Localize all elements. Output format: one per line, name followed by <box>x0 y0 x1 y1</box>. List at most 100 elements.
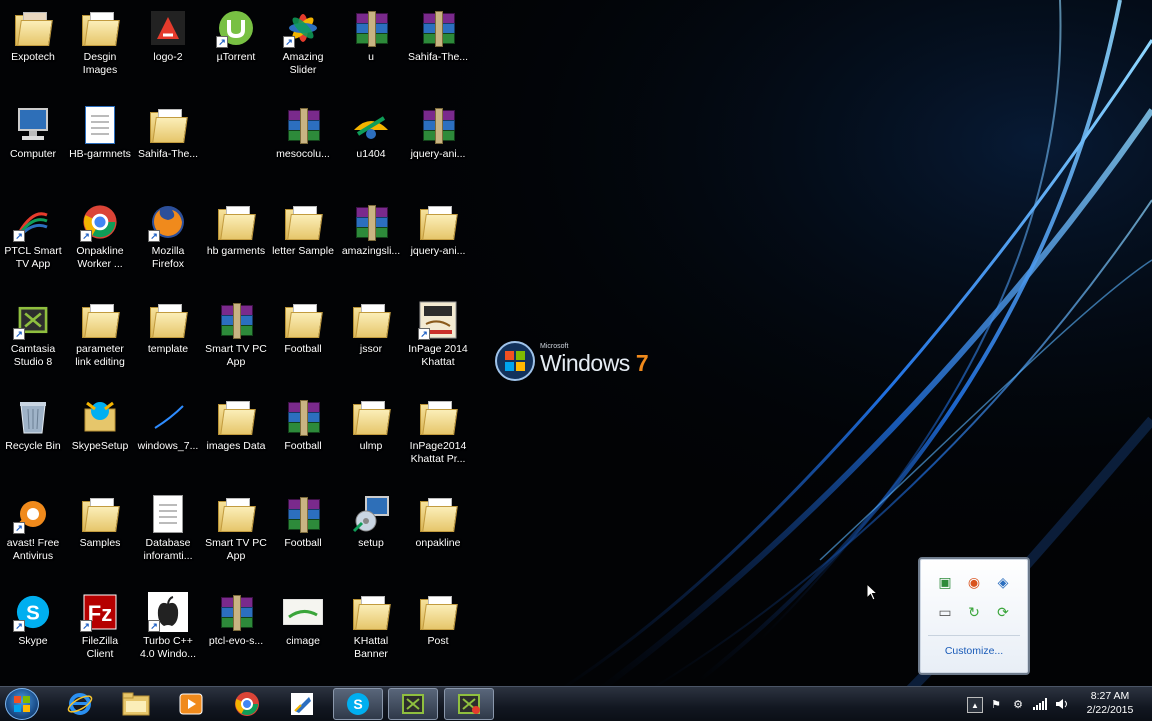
desktop-icon-label: u1404 <box>356 148 386 160</box>
clock[interactable]: 8:27 AM 2/22/2015 <box>1080 689 1140 717</box>
tray-hidden-icon-5[interactable]: ↻ <box>965 603 983 621</box>
desktop-icon[interactable]: Desgin Images <box>67 4 133 76</box>
desktop-icon[interactable]: InPage2014 Khattat Pr... <box>405 393 471 465</box>
desktop-icon[interactable]: ↗ Camtasia Studio 8 <box>0 296 66 368</box>
desktop-icon[interactable]: KHattal Banner <box>338 588 404 660</box>
desktop-icon-label: hb garments <box>206 245 266 257</box>
avast-icon: ↗ <box>13 494 53 534</box>
desktop-icon-label: Football <box>284 343 322 355</box>
desktop-icon[interactable]: ↗ Onpakline Worker ... <box>67 198 133 270</box>
desktop-icon[interactable]: S ↗ Skype <box>0 588 66 648</box>
taskbar-windows-explorer[interactable] <box>111 688 161 720</box>
desktop-icon[interactable]: u <box>338 4 404 64</box>
u1404-icon <box>351 105 391 145</box>
desktop-icon[interactable]: Post <box>405 588 471 648</box>
desktop-icon[interactable]: ↗ avast! Free Antivirus <box>0 490 66 562</box>
taskbar-camtasia-2[interactable] <box>444 688 494 720</box>
taskbar-internet-explorer[interactable] <box>55 688 105 720</box>
desktop-icon[interactable]: Samples <box>67 490 133 550</box>
desktop-icon[interactable]: ↗ InPage 2014 Khattat <box>405 296 471 368</box>
notification-overflow-popup: ▣ ◉ ◈ ▭ ↻ ⟳ Customize... <box>918 557 1030 675</box>
folder-icon <box>283 202 323 242</box>
desktop-icon[interactable]: images Data <box>203 393 269 453</box>
desktop-icon[interactable]: Recycle Bin <box>0 393 66 453</box>
taskbar-media-player[interactable] <box>166 688 216 720</box>
desktop-icon[interactable]: u1404 <box>338 101 404 161</box>
desktop-icon-label: Smart TV PC App <box>205 537 267 562</box>
tray-hidden-icon-2[interactable]: ◉ <box>965 573 983 591</box>
desktop-icon[interactable]: windows_7... <box>135 393 201 453</box>
speaker-icon <box>1056 699 1067 709</box>
desktop-icon-label: FileZilla Client <box>81 635 119 660</box>
desktop-icon-label: ulmp <box>359 440 383 452</box>
filezilla-icon: Fz ↗ <box>80 592 120 632</box>
desktop-icon[interactable]: Football <box>270 296 336 356</box>
desktop-icon[interactable]: mesocolu... <box>270 101 336 161</box>
desktop-icon[interactable]: HB-garmnets <box>67 101 133 161</box>
desktop-icon[interactable]: cimage <box>270 588 336 648</box>
desktop-icon[interactable]: jquery-ani... <box>405 198 471 258</box>
desktop-icon[interactable]: jquery-ani... <box>405 101 471 161</box>
desktop-icon[interactable]: Sahifa-The... <box>135 101 201 161</box>
action-center-flag-icon[interactable]: ⚑ <box>989 697 1003 711</box>
shortcut-arrow-icon: ↗ <box>216 36 228 48</box>
clock-time: 8:27 AM <box>1090 690 1130 702</box>
show-hidden-icons-button[interactable]: ▲ <box>967 697 983 713</box>
desktop-icon[interactable]: hb garments <box>203 198 269 258</box>
desktop-icon[interactable]: Computer <box>0 101 66 161</box>
start-button[interactable] <box>5 688 39 720</box>
desktop-icon[interactable]: ptcl-evo-s... <box>203 588 269 648</box>
tray-app-icon[interactable]: ⚙ <box>1011 697 1025 711</box>
desktop-icon[interactable]: ↗ PTCL Smart TV App <box>0 198 66 270</box>
desktop-icon[interactable]: Football <box>270 393 336 453</box>
media-player-icon <box>179 693 203 715</box>
taskbar-skype[interactable]: S <box>333 688 383 720</box>
desktop-icon[interactable]: ↗ Turbo C++ 4.0 Windo... <box>135 588 201 660</box>
tray-hidden-icon-1[interactable]: ▣ <box>936 573 954 591</box>
taskbar-camtasia-1[interactable] <box>388 688 438 720</box>
shortcut-arrow-icon: ↗ <box>13 230 25 242</box>
tray-hidden-icon-4[interactable]: ▭ <box>936 603 954 621</box>
desktop-icon[interactable]: Football <box>270 490 336 550</box>
desktop-icon-label: jssor <box>359 343 383 355</box>
desktop-icon-label: HB-garmnets <box>69 148 131 160</box>
mouse-cursor-icon <box>866 583 878 601</box>
desktop-icon[interactable]: onpakline <box>405 490 471 550</box>
desktop-icon[interactable]: ↗ µTorrent <box>203 4 269 64</box>
rar-icon <box>283 397 323 437</box>
tray-hidden-icon-3[interactable]: ◈ <box>994 573 1012 591</box>
windows-logo-icon <box>14 696 30 712</box>
desktop-icon-label: Database inforamti... <box>143 537 193 562</box>
internet-explorer-icon <box>67 693 93 715</box>
rar-icon <box>216 300 256 340</box>
desktop-icon[interactable]: Smart TV PC App <box>203 490 269 562</box>
network-icon[interactable] <box>1033 697 1047 711</box>
desktop-icon[interactable]: ↗ Amazing Slider <box>270 4 336 76</box>
volume-icon[interactable] <box>1055 697 1069 711</box>
desktop-icon[interactable]: jssor <box>338 296 404 356</box>
desktop-icon[interactable]: ulmp <box>338 393 404 453</box>
folder-icon <box>216 397 256 437</box>
taskbar-pinned-app[interactable] <box>277 688 327 720</box>
desktop-icon[interactable]: Database inforamti... <box>135 490 201 562</box>
desktop-icon-label: Desgin Images <box>82 51 118 76</box>
desktop-icon[interactable]: Expotech <box>0 4 66 64</box>
camtasia-icon <box>402 694 424 714</box>
folder-icon <box>216 494 256 534</box>
taskbar-chrome[interactable] <box>222 688 272 720</box>
desktop-icon[interactable]: letter Sample <box>270 198 336 258</box>
shortcut-arrow-icon: ↗ <box>13 328 25 340</box>
desktop-icon[interactable]: parameter link editing <box>67 296 133 368</box>
desktop-icon[interactable]: Sahifa-The... <box>405 4 471 64</box>
desktop-icon[interactable]: logo-2 <box>135 4 201 64</box>
desktop-icon[interactable]: amazingsli... <box>338 198 404 258</box>
desktop-icon[interactable]: setup <box>338 490 404 550</box>
customize-link[interactable]: Customize... <box>920 645 1028 657</box>
desktop-icon[interactable]: Smart TV PC App <box>203 296 269 368</box>
desktop-icon[interactable]: Fz ↗ FileZilla Client <box>67 588 133 660</box>
desktop-icon[interactable]: SkypeSetup <box>67 393 133 453</box>
desktop-icon[interactable]: ↗ Mozilla Firefox <box>135 198 201 270</box>
desktop-icon[interactable]: template <box>135 296 201 356</box>
desktop-icon-label: Mozilla Firefox <box>151 245 185 270</box>
tray-hidden-icon-6[interactable]: ⟳ <box>994 603 1012 621</box>
